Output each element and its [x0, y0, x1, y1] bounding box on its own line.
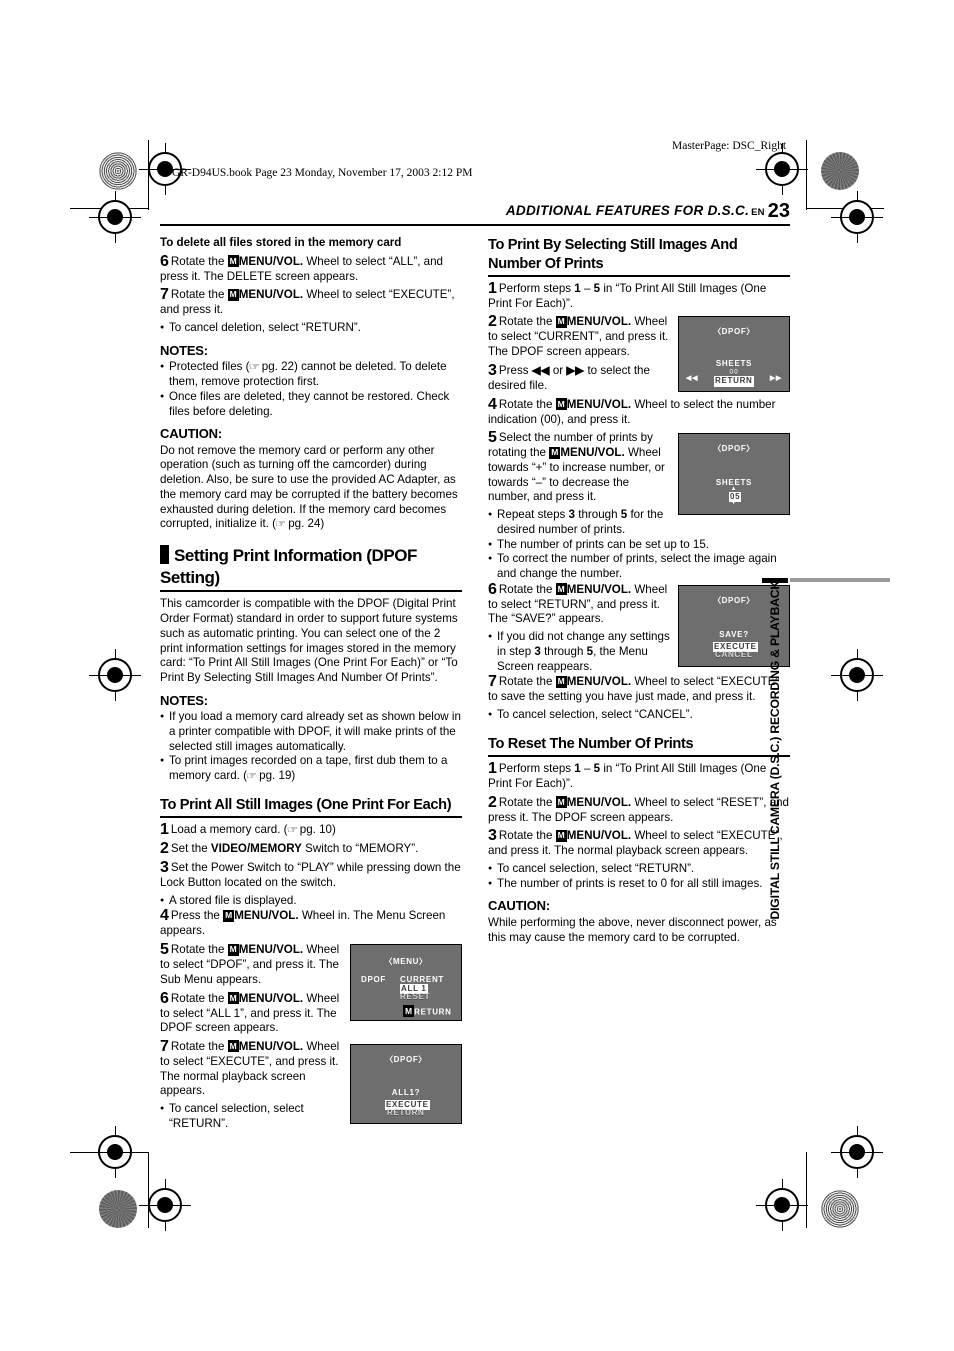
print-all-step-2: 2 Set the VIDEO/MEMORY Switch to “MEMORY”… — [160, 839, 419, 857]
registration-mark-top-right — [756, 143, 808, 195]
registration-mark-mid-left — [89, 649, 141, 701]
dpof-note-1: If you load a memory card already set as… — [160, 710, 462, 754]
reset-note-1: To cancel selection, select “RETURN”. — [488, 862, 790, 877]
registration-mark-upper-right — [831, 191, 883, 243]
registration-mark-lower-left — [89, 1126, 141, 1178]
header-rule — [160, 224, 790, 227]
book-file-stamp: GR-D94US.book Page 23 Monday, November 1… — [172, 167, 473, 179]
running-head: ADDITIONAL FEATURES FOR D.S.C. EN 23 — [506, 200, 790, 223]
page-number: 23 — [767, 200, 790, 222]
select-step-3: 3 Press ◀◀ or ▶▶ to select the desired fi… — [488, 361, 650, 392]
reset-section-rule — [488, 755, 790, 757]
side-tab: DIGITAL STILL CAMERA (D.S.C.) RECORDING … — [762, 578, 788, 930]
select-step-5-note-2: The number of prints can be set up to 15… — [488, 538, 790, 553]
menu-vol-icon: M — [555, 398, 567, 411]
menu-vol-icon: M — [227, 288, 239, 301]
reset-caution-heading: CAUTION: — [488, 898, 550, 914]
menu-vol-icon: M — [555, 675, 567, 688]
delete-caution-heading: CAUTION: — [160, 426, 222, 442]
print-all-rule — [160, 816, 462, 818]
select-step-7: 7 Rotate the M MENU/VOL. Wheel to select “… — [488, 673, 780, 704]
delete-note-2: Once files are deleted, they cannot be r… — [160, 390, 462, 419]
select-step-2: 2 Rotate the M MENU/VOL. Wheel to select “… — [488, 313, 669, 359]
print-all-step-4: 4 Press the M MENU/VOL. Wheel in. The Menu… — [160, 907, 446, 938]
select-section-rule — [488, 275, 790, 277]
select-step-5-note-3: To correct the number of prints, select … — [488, 552, 790, 581]
menu-vol-icon: M — [555, 583, 567, 596]
delete-notes-heading: NOTES: — [160, 342, 208, 358]
print-all-step-3-note: A stored file is displayed. — [160, 894, 462, 909]
select-step-6: 6 Rotate the M MENU/VOL. Wheel to select “… — [488, 580, 668, 626]
select-step-1: 1 Perform steps 1 – 5 in “To Print All St… — [488, 279, 767, 310]
manual-page: MasterPage: DSC_Right GR-D94US.book Page… — [0, 0, 954, 1351]
print-all-step-3: 3 Set the Power Switch to “PLAY” while pr… — [160, 858, 461, 889]
running-head-title: ADDITIONAL FEATURES FOR D.S.C. — [505, 203, 750, 218]
halftone-patch-bottom-left — [99, 1190, 137, 1228]
delete-note-1: Protected files (☞ pg. 22) cannot be del… — [160, 360, 462, 389]
registration-mark-bottom-left — [139, 1179, 191, 1231]
menu-vol-icon: M — [555, 315, 567, 328]
rewind-icon: ◀◀ — [531, 363, 550, 377]
delete-step-6: 6 Rotate the M MENU/VOL. Wheel to select “… — [160, 252, 443, 283]
dpof-intro: This camcorder is compatible with the DP… — [160, 597, 458, 684]
halftone-patch-top-left — [99, 152, 137, 190]
menu-vol-icon: M — [227, 255, 239, 268]
menu-vol-icon: M — [227, 943, 239, 956]
select-step-5-note-1: Repeat steps 3 through 5 for the desired… — [488, 508, 790, 537]
print-all-heading: To Print All Still Images (One Print For… — [160, 796, 452, 813]
menu-vol-icon: M — [227, 992, 239, 1005]
delete-section-heading: To delete all files stored in the memory… — [160, 236, 402, 249]
menu-vol-icon: M — [549, 446, 561, 459]
registration-mark-bottom-right — [756, 1179, 808, 1231]
halftone-patch-bottom-right — [821, 1190, 859, 1228]
side-tab-grey-rule — [790, 578, 890, 582]
delete-caution-text: Do not remove the memory card or perform… — [160, 443, 458, 531]
reset-step-3: 3 Rotate the M MENU/VOL. Wheel to select “… — [488, 827, 783, 858]
trim-line-top-right-v — [806, 140, 807, 210]
reset-section-heading: To Reset The Number Of Prints — [488, 735, 694, 752]
menu-vol-icon: M — [555, 796, 567, 809]
select-section-heading: To Print By Selecting Still Images And N… — [488, 237, 738, 272]
select-step-4: 4 Rotate the M MENU/VOL. Wheel to select t… — [488, 395, 776, 426]
reset-step-2: 2 Rotate the M MENU/VOL. Wheel to select “… — [488, 793, 790, 824]
menu-vol-icon: M — [227, 1040, 239, 1053]
reset-caution-text: While performing the above, never discon… — [488, 915, 777, 944]
left-column: To delete all files stored in the memory… — [160, 236, 462, 1132]
page-ref-icon: ☞ — [274, 519, 287, 531]
select-step-7-note: To cancel selection, select “CANCEL”. — [488, 708, 790, 723]
right-column: To Print By Selecting Still Images And N… — [488, 236, 790, 948]
print-all-step-7-note: To cancel selection, select “RETURN”. — [160, 1102, 462, 1131]
menu-vol-icon: M — [555, 829, 567, 842]
fast-forward-icon: ▶▶ — [566, 363, 585, 377]
dpof-section-title: Setting Print Information (DPOF Setting) — [160, 546, 417, 587]
registration-mark-lower-right — [831, 1126, 883, 1178]
print-all-step-1: 1 Load a memory card. (☞ pg. 10) — [160, 820, 336, 838]
print-all-step-6: 6 Rotate the M MENU/VOL. Wheel to select “… — [160, 989, 340, 1035]
trim-line-bottom-right-v — [806, 1152, 807, 1228]
select-step-5: 5 Select the number of prints by rotating… — [488, 429, 665, 504]
page-ref-icon: ☞ — [248, 362, 260, 374]
reset-step-1: 1 Perform steps 1 – 5 in “To Print All St… — [488, 759, 767, 790]
side-tab-label: DIGITAL STILL CAMERA (D.S.C.) RECORDING … — [768, 581, 782, 920]
reset-note-2: The number of prints is reset to 0 for a… — [488, 877, 790, 892]
page-ref-icon: ☞ — [286, 824, 298, 836]
dpof-notes-heading: NOTES: — [160, 692, 208, 708]
menu-vol-icon: M — [223, 909, 235, 922]
registration-mark-mid-right — [831, 649, 883, 701]
masterpage-label: MasterPage: DSC_Right — [672, 140, 787, 152]
registration-mark-upper-left — [89, 191, 141, 243]
delete-step-7: 7 Rotate the M MENU/VOL. Wheel to select “… — [160, 286, 455, 317]
select-step-6-note: If you did not change any settings in st… — [488, 630, 790, 674]
section-marker — [160, 545, 169, 565]
dpof-note-2: To print images recorded on a tape, firs… — [160, 754, 462, 783]
halftone-patch-top-right — [821, 152, 859, 190]
running-head-en: EN — [751, 207, 765, 218]
print-all-step-5: 5 Rotate the M MENU/VOL. Wheel to select “… — [160, 941, 340, 986]
print-all-step-7: 7 Rotate the M MENU/VOL. Wheel to select “… — [160, 1037, 340, 1098]
dpof-section-head: Setting Print Information (DPOF Setting) — [160, 545, 462, 593]
delete-step-7-note: To cancel deletion, select “RETURN”. — [160, 321, 462, 336]
page-ref-icon: ☞ — [245, 771, 258, 783]
